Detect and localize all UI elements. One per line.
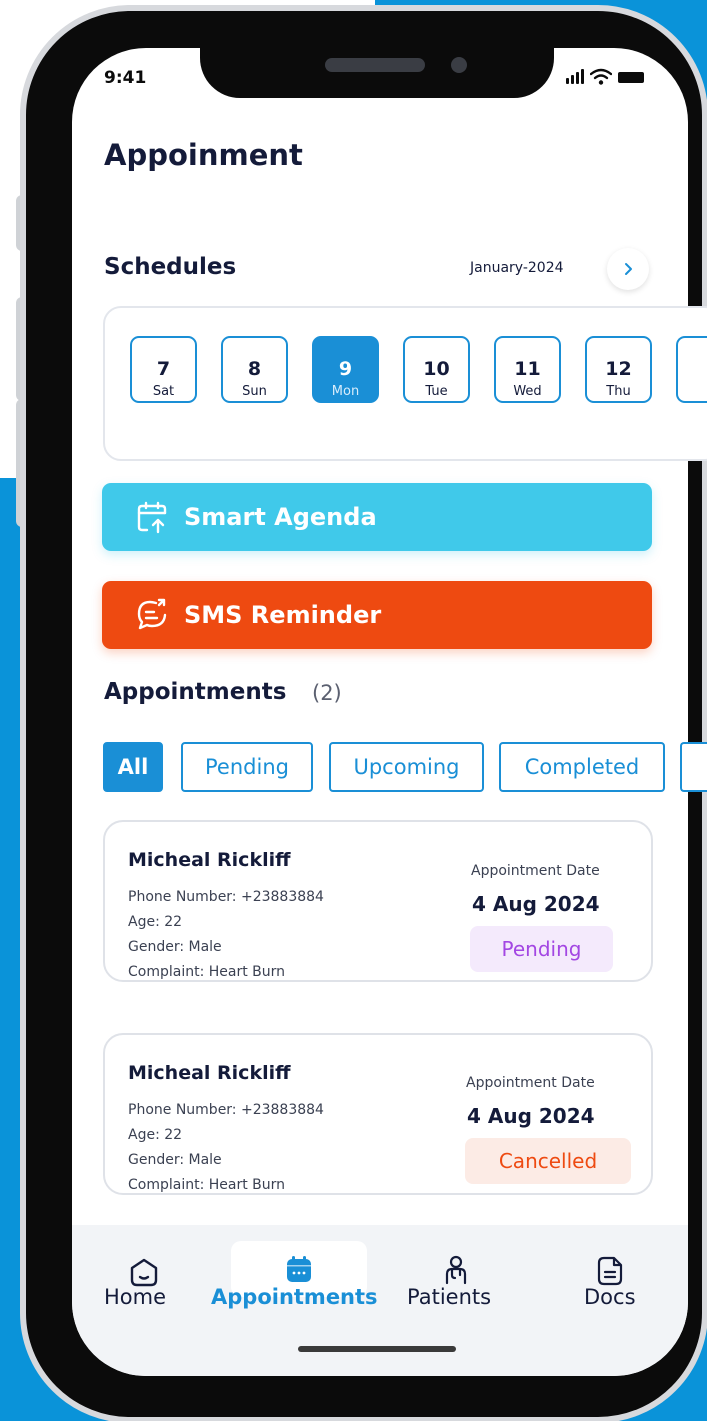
sms-reminder-label: SMS Reminder: [184, 601, 382, 629]
wifi-icon: [590, 68, 612, 85]
filter-partial[interactable]: [680, 742, 707, 792]
date-item[interactable]: 11 Wed: [494, 336, 561, 403]
battery-icon: [618, 72, 644, 83]
nav-docs-label[interactable]: Docs: [584, 1285, 636, 1309]
appointment-date-label: Appointment Date: [466, 1075, 595, 1091]
date-weekday: Mon: [331, 384, 360, 399]
patient-name: Micheal Rickliff: [128, 1062, 291, 1084]
nav-home-label[interactable]: Home: [104, 1285, 166, 1309]
appointments-count: (2): [312, 681, 342, 705]
nav-patients-label[interactable]: Patients: [407, 1285, 491, 1309]
appointment-date: 4 Aug 2024: [467, 1104, 595, 1128]
patient-complaint: Complaint: Heart Burn: [128, 964, 286, 980]
date-number: 11: [514, 358, 541, 380]
patient-age: Age: 22: [128, 914, 183, 930]
sms-reminder-button[interactable]: SMS Reminder: [102, 581, 652, 649]
patient-icon[interactable]: [440, 1254, 472, 1286]
date-number: 7: [156, 358, 171, 380]
next-month-button[interactable]: [607, 248, 649, 290]
signal-icon: [566, 68, 586, 86]
date-weekday: Sat: [152, 384, 175, 399]
date-weekday: Wed: [513, 384, 542, 399]
appointment-date-label: Appointment Date: [471, 863, 600, 879]
status-badge-pending: Pending: [470, 926, 613, 972]
home-indicator: [298, 1346, 456, 1352]
speaker-icon: [325, 58, 425, 72]
date-number: 8: [247, 358, 262, 380]
date-number: 10: [423, 358, 450, 380]
status-badge-cancelled: Cancelled: [465, 1138, 631, 1184]
smart-agenda-button[interactable]: Smart Agenda: [102, 483, 652, 551]
date-number: 12: [605, 358, 632, 380]
patient-age: Age: 22: [128, 1127, 183, 1143]
schedules-title: Schedules: [104, 254, 237, 280]
filter-completed[interactable]: Completed: [499, 742, 665, 792]
date-item-partial[interactable]: [676, 336, 707, 403]
page-title: Appoinment: [104, 138, 303, 172]
camera-icon: [451, 57, 467, 73]
month-label: January-2024: [470, 260, 564, 276]
smart-agenda-label: Smart Agenda: [184, 503, 377, 531]
patient-gender: Gender: Male: [128, 1152, 222, 1168]
appointment-card[interactable]: Micheal Rickliff Phone Number: +23883884…: [103, 1033, 653, 1195]
date-number: 9: [338, 358, 353, 380]
appointment-card[interactable]: Micheal Rickliff Phone Number: +23883884…: [103, 820, 653, 982]
patient-phone: Phone Number: +23883884: [128, 889, 324, 905]
filter-pending[interactable]: Pending: [181, 742, 313, 792]
date-weekday: Thu: [606, 384, 631, 399]
document-icon[interactable]: [594, 1255, 626, 1287]
filter-all[interactable]: All: [103, 742, 163, 792]
calendar-upload-icon: [137, 501, 167, 534]
patient-complaint: Complaint: Heart Burn: [128, 1177, 286, 1193]
status-time: 9:41: [104, 68, 147, 88]
date-item[interactable]: 12 Thu: [585, 336, 652, 403]
filter-upcoming[interactable]: Upcoming: [329, 742, 484, 792]
status-icons: [566, 68, 652, 86]
chevron-right-icon: [625, 263, 632, 275]
appointments-title: Appointments: [104, 679, 287, 705]
chat-reminder-icon: [137, 598, 167, 630]
patient-phone: Phone Number: +23883884: [128, 1102, 324, 1118]
nav-appointments-label[interactable]: Appointments: [211, 1285, 378, 1309]
patient-gender: Gender: Male: [128, 939, 222, 955]
date-weekday: Tue: [425, 384, 448, 399]
appointment-date: 4 Aug 2024: [472, 892, 600, 916]
date-item[interactable]: 10 Tue: [403, 336, 470, 403]
date-item-selected[interactable]: 9 Mon: [312, 336, 379, 403]
home-icon[interactable]: [128, 1256, 160, 1288]
patient-name: Micheal Rickliff: [128, 849, 291, 871]
date-weekday: Sun: [242, 384, 267, 399]
date-item[interactable]: 8 Sun: [221, 336, 288, 403]
calendar-icon[interactable]: [283, 1253, 315, 1285]
date-item[interactable]: 7 Sat: [130, 336, 197, 403]
